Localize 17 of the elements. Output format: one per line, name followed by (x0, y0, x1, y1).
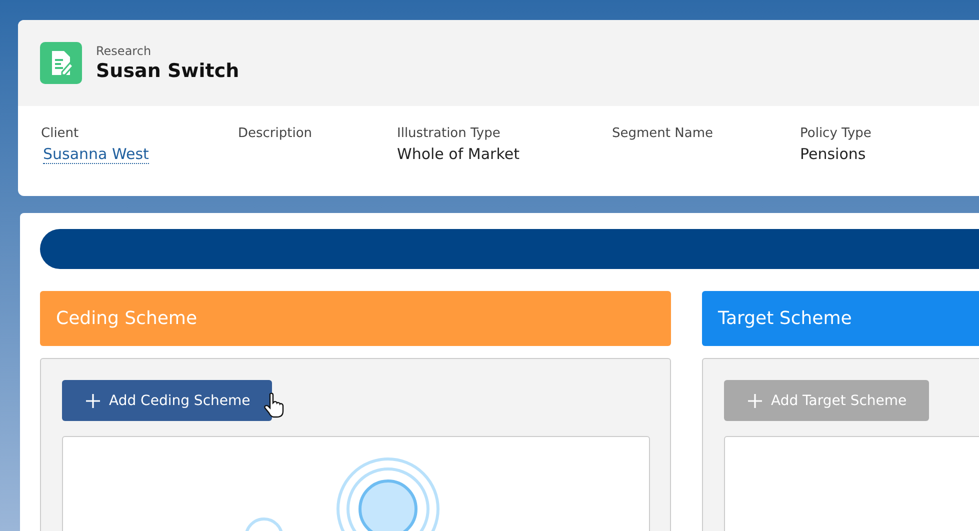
record-title: Susan Switch (96, 60, 240, 82)
field-value: Whole of Market (397, 145, 520, 163)
hand-cursor-icon (264, 392, 284, 418)
scheme-header: Ceding Scheme (40, 291, 671, 346)
add-scheme-button[interactable]: Add Ceding Scheme (62, 380, 272, 421)
scheme-header: Target Scheme (702, 291, 979, 346)
field-label: Description (238, 126, 312, 141)
field-label: Policy Type (800, 126, 872, 141)
plus-icon (86, 394, 100, 408)
field-value: Pensions (800, 145, 866, 163)
plus-icon (748, 394, 762, 408)
object-type-label: Research (96, 44, 152, 58)
client-link[interactable]: Susanna West (43, 145, 149, 164)
document-edit-icon (40, 42, 82, 84)
field-label: Segment Name (612, 126, 713, 141)
field-label: Client (41, 126, 79, 141)
field-label: Illustration Type (397, 126, 500, 141)
